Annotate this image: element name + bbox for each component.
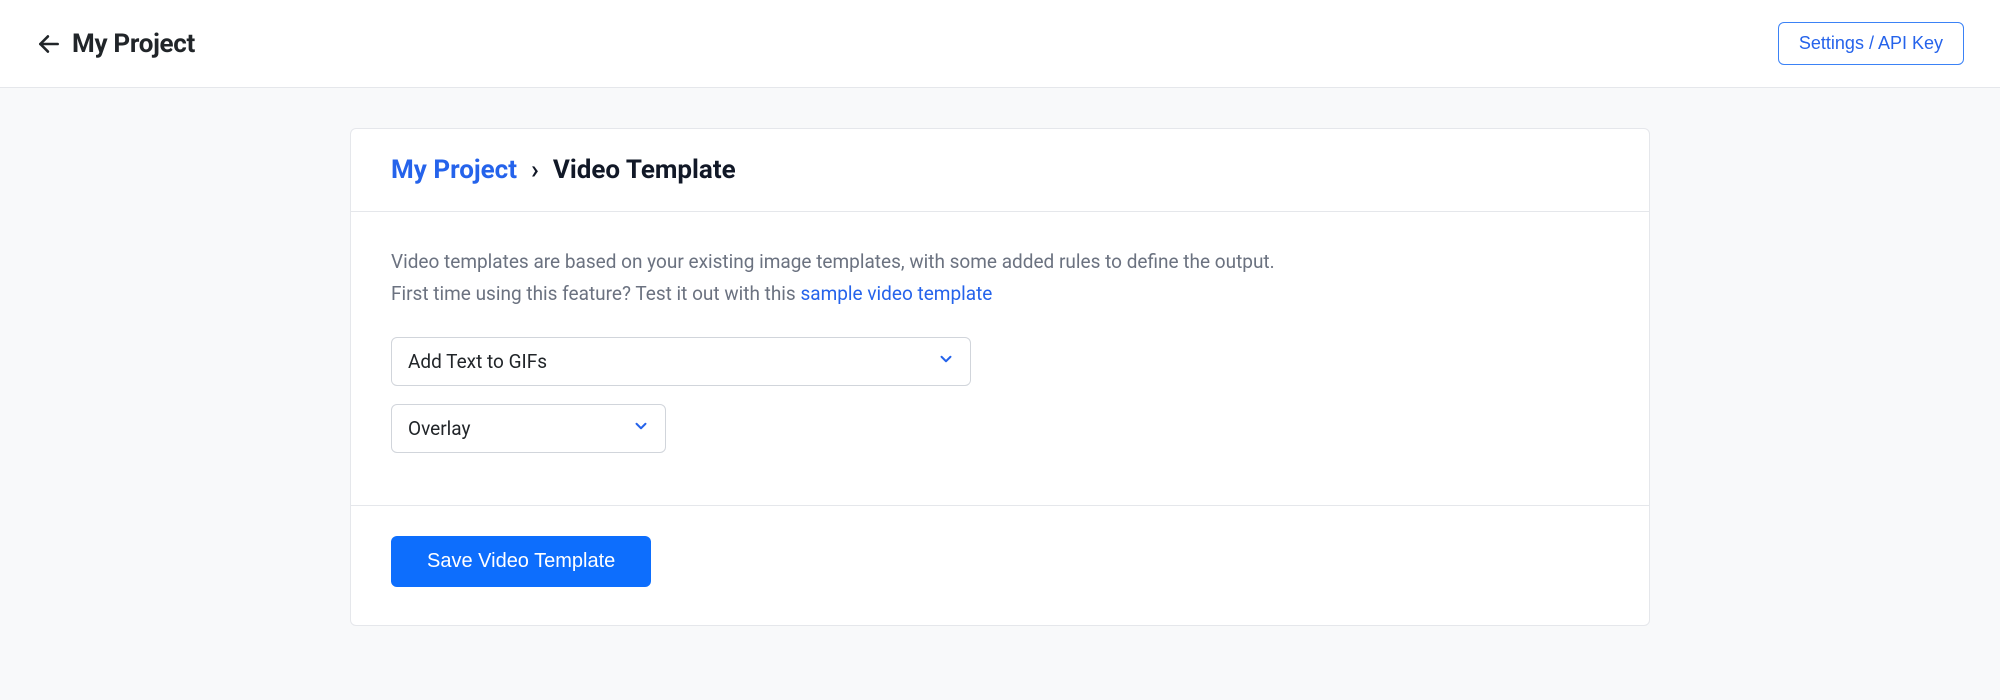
back-arrow-icon[interactable]	[36, 31, 62, 57]
breadcrumb: My Project › Video Template	[391, 155, 1609, 185]
template-select[interactable]: Add Text to GIFs	[391, 337, 971, 386]
breadcrumb-current: Video Template	[553, 155, 736, 185]
settings-api-key-button[interactable]: Settings / API Key	[1778, 22, 1964, 65]
save-video-template-button[interactable]: Save Video Template	[391, 536, 651, 587]
description-line-1: Video templates are based on your existi…	[391, 250, 1275, 273]
page-title: My Project	[72, 29, 195, 59]
breadcrumb-root-link[interactable]: My Project	[391, 155, 517, 185]
description-text: Video templates are based on your existi…	[391, 246, 1609, 311]
video-template-card: My Project › Video Template Video templa…	[350, 128, 1650, 626]
description-line-2-prefix: First time using this feature? Test it o…	[391, 282, 800, 305]
mode-select[interactable]: Overlay	[391, 404, 666, 453]
sample-video-template-link[interactable]: sample video template	[800, 282, 992, 305]
breadcrumb-separator: ›	[531, 155, 539, 185]
